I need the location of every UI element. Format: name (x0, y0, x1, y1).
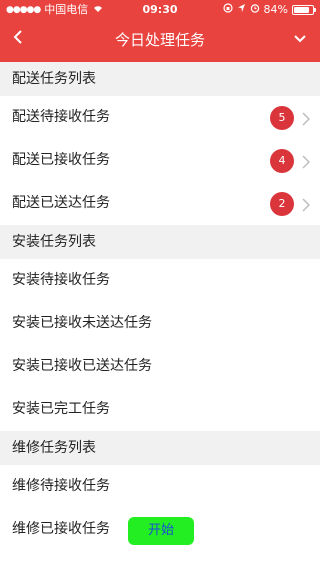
battery-percent: 84% (263, 3, 288, 16)
section-header-repair: 维修任务列表 (0, 431, 320, 465)
task-list: 配送任务列表 配送待接收任务 5 配送已接收任务 4 配送已送达任务 2 安装任… (0, 62, 320, 568)
list-item-delivery-received[interactable]: 配送已接收任务 4 (0, 139, 320, 182)
list-item-install-received-undelivered[interactable]: 安装已接收未送达任务 (0, 302, 320, 345)
list-item-install-received-delivered[interactable]: 安装已接收已送达任务 (0, 345, 320, 388)
list-item-repair-received[interactable]: 维修已接收任务 开始 (0, 508, 320, 551)
list-item-install-completed[interactable]: 安装已完工任务 (0, 388, 320, 431)
chevron-right-icon (302, 96, 311, 139)
status-right: 84% (222, 0, 316, 20)
section-header-delivery: 配送任务列表 (0, 62, 320, 96)
section-header-install: 安装任务列表 (0, 225, 320, 259)
navbar: 今日处理任务 (0, 20, 320, 62)
list-item-label: 配送已接收任务 (12, 152, 110, 168)
chevron-down-icon[interactable] (288, 28, 312, 52)
chevron-right-icon (302, 182, 311, 225)
count-badge: 2 (270, 192, 294, 216)
list-item-label: 安装已接收已送达任务 (12, 358, 152, 374)
list-item-delivery-delivered[interactable]: 配送已送达任务 2 (0, 182, 320, 225)
list-item-label: 安装已接收未送达任务 (12, 315, 152, 331)
list-item-install-pending[interactable]: 安装待接收任务 (0, 259, 320, 302)
list-item-label: 安装已完工任务 (12, 401, 110, 417)
page-title: 今日处理任务 (114, 31, 205, 49)
alarm-icon (250, 0, 260, 20)
count-badge: 5 (270, 106, 294, 130)
list-item-delivery-pending[interactable]: 配送待接收任务 5 (0, 96, 320, 139)
back-chevron-icon[interactable] (6, 28, 30, 52)
chevron-right-icon (302, 139, 311, 182)
list-item-label: 配送已送达任务 (12, 195, 110, 211)
list-item-repair-pending[interactable]: 维修待接收任务 (0, 465, 320, 508)
lock-rotation-icon (222, 0, 233, 20)
top-bar: ●●●●● 中国电信 09:30 84% 今日处理任务 (0, 0, 320, 62)
list-item-label: 安装待接收任务 (12, 272, 110, 288)
list-item-label: 配送待接收任务 (12, 109, 110, 125)
battery-icon (292, 5, 316, 15)
start-button[interactable]: 开始 (128, 517, 194, 545)
status-bar: ●●●●● 中国电信 09:30 84% (0, 0, 320, 20)
location-icon (237, 0, 246, 20)
list-item-label: 维修待接收任务 (12, 478, 110, 494)
list-item-label: 维修已接收任务 (12, 521, 110, 537)
count-badge: 4 (270, 149, 294, 173)
